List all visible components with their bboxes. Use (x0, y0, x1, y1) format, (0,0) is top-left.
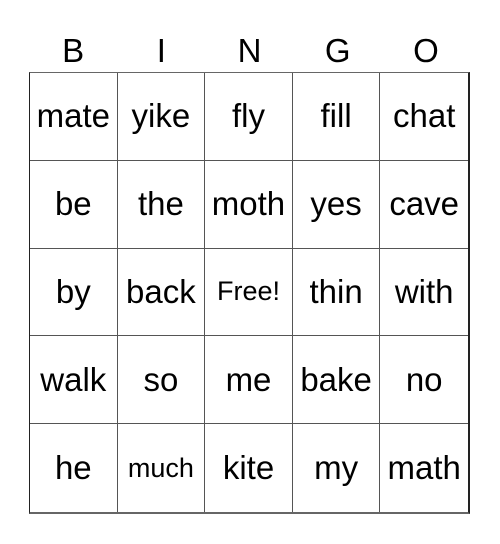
bingo-cell[interactable]: yes (292, 160, 381, 249)
bingo-cell[interactable]: mate (30, 73, 118, 161)
bingo-cell[interactable]: chat (380, 73, 468, 161)
header-letter-b: B (62, 32, 85, 69)
bingo-cell[interactable]: so (117, 336, 206, 425)
bingo-cell[interactable]: bake (292, 336, 381, 425)
bingo-cell[interactable]: with (380, 249, 468, 337)
bingo-grid: mate yike fly fill chat be the moth yes … (29, 72, 470, 514)
bingo-cell[interactable]: cave (380, 161, 468, 249)
bingo-cell[interactable]: much (118, 424, 206, 512)
bingo-cell[interactable]: thin (292, 248, 381, 337)
bingo-cell[interactable]: walk (30, 336, 118, 425)
bingo-cell[interactable]: moth (205, 160, 293, 249)
header-letter-i: I (156, 32, 166, 69)
bingo-cell[interactable]: no (380, 336, 468, 425)
bingo-cell[interactable]: kite (205, 424, 293, 512)
bingo-cell[interactable]: yike (117, 73, 206, 161)
free-space-cell[interactable]: Free! (205, 248, 293, 337)
bingo-cell[interactable]: by (30, 248, 118, 337)
bingo-cell[interactable]: fly (205, 73, 293, 161)
header-letter-n: N (237, 32, 262, 69)
bingo-cell[interactable]: math (380, 424, 468, 512)
header-letter-g: G (324, 32, 351, 69)
bingo-cell[interactable]: back (117, 248, 206, 337)
header-letter-o: O (413, 32, 439, 69)
bingo-cell[interactable]: my (293, 424, 381, 512)
bingo-cell[interactable]: the (117, 160, 206, 249)
bingo-cell[interactable]: me (205, 336, 293, 425)
bingo-cell[interactable]: fill (292, 73, 381, 161)
bingo-header: B I N G O (29, 30, 470, 72)
bingo-cell[interactable]: be (30, 160, 118, 249)
bingo-cell[interactable]: he (30, 424, 118, 512)
